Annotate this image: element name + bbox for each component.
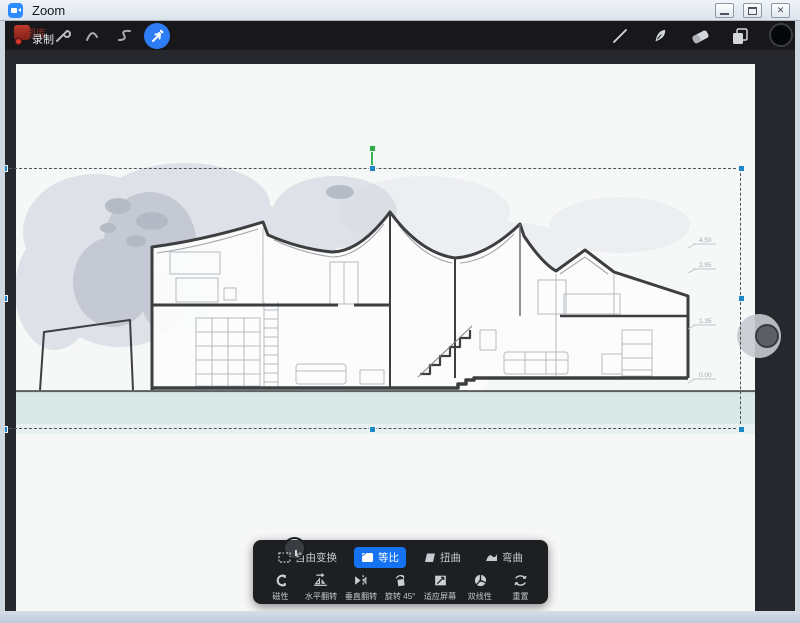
tab-warp[interactable]: 弯曲: [478, 547, 530, 568]
warp-icon: [485, 552, 498, 563]
tab-free-transform[interactable]: 自由变换: [271, 547, 344, 568]
window-left-border: [0, 21, 5, 623]
zoom-logo-icon: [8, 3, 23, 18]
selection-handle-top-center[interactable]: [369, 165, 376, 172]
lasso-stroke-icon[interactable]: [113, 24, 137, 48]
window-title: Zoom: [32, 3, 65, 18]
edge-tab-knob[interactable]: [755, 324, 779, 348]
pages-icon[interactable]: [728, 24, 752, 48]
selection-handle-bottom-center[interactable]: [369, 426, 376, 433]
record-dot-icon: [15, 38, 22, 45]
close-button[interactable]: ✕: [771, 3, 790, 18]
app-window: Zoom ✕ 图库 录制: [0, 0, 800, 623]
bilinear-button[interactable]: 双线性: [460, 573, 500, 602]
reset-icon: [513, 573, 528, 588]
proportional-icon: [361, 552, 374, 563]
selection-handle-bottom-right[interactable]: [738, 426, 745, 433]
selection-handle-top-right[interactable]: [738, 165, 745, 172]
magnetic-button[interactable]: 磁性: [261, 573, 301, 602]
fit-screen-icon: [433, 573, 448, 588]
title-bar: Zoom ✕: [0, 0, 800, 21]
rotate-45-icon: [393, 573, 408, 588]
tab-distort[interactable]: 扭曲: [416, 547, 468, 568]
fit-screen-button[interactable]: 适应屏幕: [420, 573, 460, 602]
rotate-45-button[interactable]: 旋转 45°: [381, 573, 421, 602]
minimize-button[interactable]: [715, 3, 734, 18]
bilinear-icon: [473, 573, 488, 588]
selection-rotate-handle[interactable]: [369, 145, 376, 152]
annotation-toolbar: 图库 录制: [0, 21, 800, 50]
touch-cursor-indicator: [283, 537, 306, 560]
maximize-icon: [748, 7, 757, 15]
pen-tool-icon[interactable]: [648, 24, 672, 48]
magnet-icon: [273, 573, 288, 588]
minimize-icon: [720, 13, 729, 15]
window-right-border: [795, 21, 800, 623]
window-bottom-border: [0, 611, 800, 623]
stroke-style-icon[interactable]: [80, 24, 104, 48]
flip-horizontal-icon: [313, 573, 328, 588]
pointer-tool-button[interactable]: [144, 23, 170, 49]
flip-horizontal-button[interactable]: 水平翻转: [301, 573, 341, 602]
flip-vertical-button[interactable]: 垂直翻转: [341, 573, 381, 602]
maximize-button[interactable]: [743, 3, 762, 18]
tab-proportional[interactable]: 等比: [354, 547, 406, 568]
wrench-icon[interactable]: [50, 24, 74, 48]
selection-handle-mid-right[interactable]: [738, 295, 745, 302]
transform-action-buttons: 磁性 水平翻转 垂直翻转 旋转 45° 适应屏幕 双线性: [261, 573, 540, 602]
eraser-tool-icon[interactable]: [688, 24, 712, 48]
reset-button[interactable]: 重置: [500, 573, 540, 602]
distort-icon: [423, 552, 436, 563]
arrow-pointer-icon: [148, 27, 166, 45]
flip-vertical-icon: [353, 573, 368, 588]
color-swatch-black[interactable]: [769, 23, 793, 47]
line-tool-icon[interactable]: [608, 24, 632, 48]
selection-bounding-box[interactable]: [4, 168, 741, 429]
close-icon: ✕: [777, 5, 785, 16]
